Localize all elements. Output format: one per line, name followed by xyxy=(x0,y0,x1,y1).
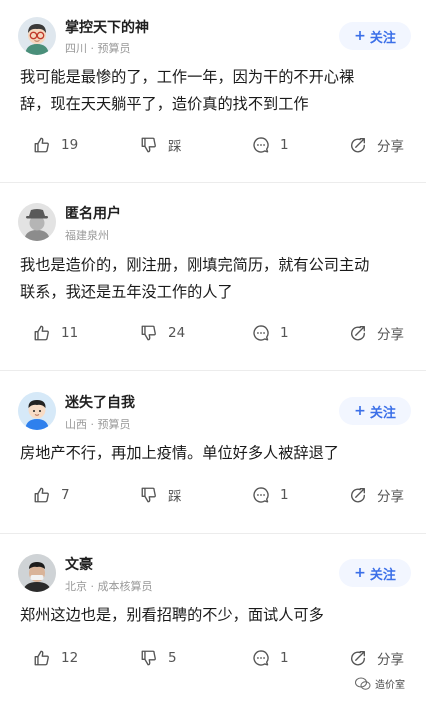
action-bar: 12 5 1 分享 xyxy=(0,646,426,670)
dislike-count: 5 xyxy=(168,650,177,666)
comment-card: 迷失了自我 山西 · 预算员 + 关注 房地产不行，再加上疫情。单位好多人被辞退… xyxy=(0,371,426,533)
avatar[interactable] xyxy=(18,203,56,241)
share-button[interactable]: 分享 xyxy=(349,321,404,345)
follow-button[interactable]: + 关注 xyxy=(339,397,411,425)
comment-text: 郑州这边也是，别看招聘的不少，面试人可多 xyxy=(20,602,412,629)
comment-text: 我可能是最惨的了，工作一年，因为干的不开心裸 辞，现在天天躺平了，造价真的找不到… xyxy=(20,64,412,118)
comment-count: 1 xyxy=(280,325,289,341)
user-name[interactable]: 掌控天下的神 xyxy=(65,17,149,37)
like-count: 11 xyxy=(61,325,79,341)
comment-bubble-icon xyxy=(253,650,269,666)
dislike-button[interactable]: 5 xyxy=(140,646,177,670)
plus-icon: + xyxy=(354,28,366,44)
user-meta: 四川 · 预算员 xyxy=(65,42,131,55)
follow-button[interactable]: + 关注 xyxy=(339,22,411,50)
thumbs-down-icon xyxy=(141,650,156,666)
like-button[interactable]: 7 xyxy=(33,483,70,507)
user-meta: 北京 · 成本核算员 xyxy=(65,580,153,593)
avatar-cartoon-icon xyxy=(18,392,56,430)
comment-count: 1 xyxy=(280,487,289,503)
follow-label: 关注 xyxy=(369,567,396,583)
follow-button[interactable]: + 关注 xyxy=(339,559,411,587)
dislike-button[interactable]: 踩 xyxy=(140,483,182,507)
share-label: 分享 xyxy=(377,489,404,505)
action-bar: 19 踩 1 分享 xyxy=(0,133,426,157)
like-count: 19 xyxy=(61,137,79,153)
comment-text-line: 我也是造价的，刚注册，刚填完简历，就有公司主动 xyxy=(20,256,370,274)
user-name[interactable]: 匿名用户 xyxy=(65,203,121,223)
avatar[interactable] xyxy=(18,554,56,592)
comment-card: 匿名用户 福建泉州 我也是造价的，刚注册，刚填完简历，就有公司主动 联系，我还是… xyxy=(0,183,426,370)
like-button[interactable]: 19 xyxy=(33,133,78,157)
comment-count: 1 xyxy=(280,137,289,153)
user-name[interactable]: 文豪 xyxy=(65,554,93,574)
comment-count: 1 xyxy=(280,650,289,666)
comment-button[interactable]: 1 xyxy=(252,133,289,157)
dislike-button[interactable]: 踩 xyxy=(140,133,182,157)
watermark-text: 造价室 xyxy=(375,680,405,691)
comment-button[interactable]: 1 xyxy=(252,321,289,345)
share-label: 分享 xyxy=(377,652,404,668)
dislike-count: 踩 xyxy=(168,489,182,505)
comment-text-line: 联系，我还是五年没工作的人了 xyxy=(20,283,233,301)
user-name[interactable]: 迷失了自我 xyxy=(65,392,135,412)
thumbs-down-icon xyxy=(141,325,156,341)
thumbs-up-icon xyxy=(34,487,49,503)
thumbs-down-icon xyxy=(141,137,156,153)
anonymous-user-icon xyxy=(18,203,56,241)
share-icon xyxy=(351,138,365,153)
like-button[interactable]: 11 xyxy=(33,321,78,345)
comment-text-line: 辞，现在天天躺平了，造价真的找不到工作 xyxy=(20,95,309,113)
wechat-icon xyxy=(355,677,371,690)
comment-bubble-icon xyxy=(253,487,269,503)
comment-button[interactable]: 1 xyxy=(252,483,289,507)
share-icon xyxy=(351,651,365,666)
dislike-button[interactable]: 24 xyxy=(140,321,185,345)
action-bar: 7 踩 1 分享 xyxy=(0,483,426,507)
user-meta: 山西 · 预算员 xyxy=(65,418,131,431)
comment-bubble-icon xyxy=(253,325,269,341)
comment-button[interactable]: 1 xyxy=(252,646,289,670)
avatar-cartoon-icon xyxy=(18,17,56,55)
share-label: 分享 xyxy=(377,327,404,343)
plus-icon: + xyxy=(354,403,366,419)
avatar[interactable] xyxy=(18,17,56,55)
comment-text: 我也是造价的，刚注册，刚填完简历，就有公司主动 联系，我还是五年没工作的人了 xyxy=(20,252,412,306)
comment-bubble-icon xyxy=(253,137,269,153)
comment-text-line: 郑州这边也是，别看招聘的不少，面试人可多 xyxy=(20,606,324,624)
share-button[interactable]: 分享 xyxy=(349,646,404,670)
comment-text: 房地产不行，再加上疫情。单位好多人被辞退了 xyxy=(20,440,412,467)
action-bar: 11 24 1 分享 xyxy=(0,321,426,345)
share-icon xyxy=(351,488,365,503)
share-button[interactable]: 分享 xyxy=(349,133,404,157)
share-button[interactable]: 分享 xyxy=(349,483,404,507)
thumbs-down-icon xyxy=(141,487,156,503)
watermark: 造价室 xyxy=(355,676,405,691)
comment-text-line: 房地产不行，再加上疫情。单位好多人被辞退了 xyxy=(20,444,339,462)
user-meta: 福建泉州 xyxy=(65,229,109,242)
share-label: 分享 xyxy=(377,139,404,155)
dislike-count: 24 xyxy=(168,325,186,341)
comment-text-line: 我可能是最惨的了，工作一年，因为干的不开心裸 xyxy=(20,68,355,86)
comment-card: 掌控天下的神 四川 · 预算员 + 关注 我可能是最惨的了，工作一年，因为干的不… xyxy=(0,0,426,182)
plus-icon: + xyxy=(354,565,366,581)
thumbs-up-icon xyxy=(34,325,49,341)
thumbs-up-icon xyxy=(34,650,49,666)
follow-label: 关注 xyxy=(369,405,396,421)
avatar[interactable] xyxy=(18,392,56,430)
thumbs-up-icon xyxy=(34,137,49,153)
dislike-count: 踩 xyxy=(168,139,182,155)
like-count: 7 xyxy=(61,487,70,503)
like-button[interactable]: 12 xyxy=(33,646,78,670)
like-count: 12 xyxy=(61,650,79,666)
follow-label: 关注 xyxy=(369,30,396,46)
avatar-photo-icon xyxy=(18,554,56,592)
share-icon xyxy=(351,326,365,341)
